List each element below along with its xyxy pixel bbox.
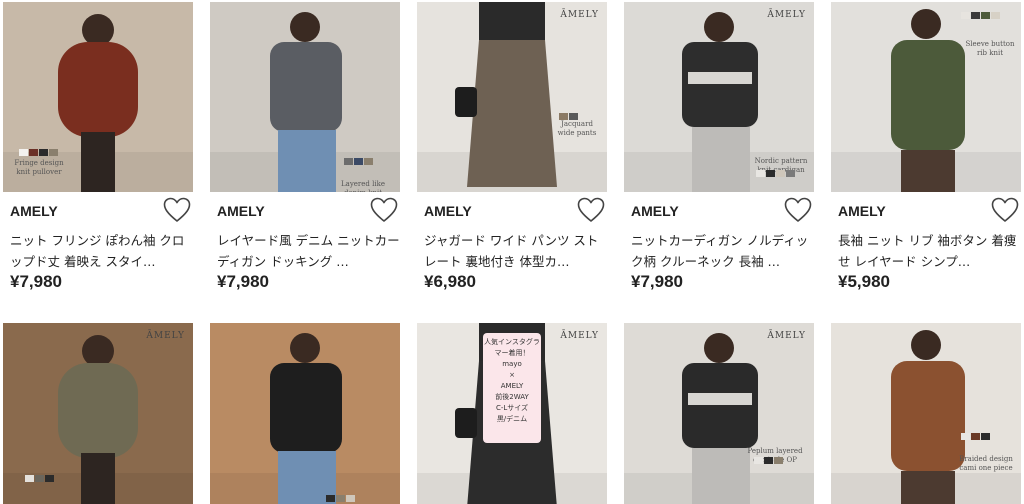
product-image[interactable]: ĀMELY: [3, 323, 193, 504]
product-title[interactable]: ニット フリンジ ぽわん袖 クロップド丈 着映え スタイ…: [10, 230, 193, 272]
product-price: ¥7,980: [631, 272, 683, 291]
color-swatch: [754, 457, 763, 464]
product-image[interactable]: Braided design cami one piece: [831, 323, 1021, 504]
image-brand-logo: ĀMELY: [146, 331, 185, 341]
product-image[interactable]: Fringe design knit pullover: [3, 2, 193, 192]
brand-name[interactable]: AMELY: [838, 203, 886, 219]
brand-name[interactable]: AMELY: [424, 203, 472, 219]
product-image[interactable]: Sleeve button rib knit: [831, 2, 1021, 192]
color-swatch: [25, 475, 34, 482]
favorite-heart-icon[interactable]: [370, 197, 398, 223]
color-swatch: [961, 12, 970, 19]
promo-line: ×: [509, 371, 515, 379]
color-swatch: [981, 12, 990, 19]
color-swatch: [991, 12, 1000, 19]
favorite-heart-icon[interactable]: [163, 197, 191, 223]
color-swatch: [354, 158, 363, 165]
color-swatch: [346, 495, 355, 502]
image-brand-logo: ĀMELY: [560, 331, 599, 341]
product-image[interactable]: Shoppe rib knit cardigan: [210, 323, 400, 504]
image-caption: Layered like denim knit cardigan: [341, 180, 385, 192]
color-swatch: [971, 433, 980, 440]
favorite-heart-icon[interactable]: [577, 197, 605, 223]
color-swatches: [961, 12, 1000, 19]
product-image[interactable]: ĀMELY Jacquard wide pants: [417, 2, 607, 192]
promo-line: 黒/デニム: [496, 415, 528, 423]
product-grid: Fringe design knit pullover AMELY ニット フリンジ…: [0, 0, 1024, 504]
image-brand-logo: ĀMELY: [560, 10, 599, 20]
color-swatch: [764, 457, 773, 464]
color-swatches: [326, 495, 355, 502]
color-swatch: [39, 149, 48, 156]
promo-line: 前後2WAY: [495, 393, 529, 401]
color-swatch: [766, 170, 775, 177]
color-swatches: [559, 113, 578, 120]
color-swatches: [25, 475, 54, 482]
color-swatch: [344, 158, 353, 165]
product-image[interactable]: ĀMELYNordic pattern knit cardigan: [624, 2, 814, 192]
image-caption: Fringe design knit pullover: [14, 159, 64, 176]
product-image[interactable]: ĀMELYPeplum layered camisole OP: [624, 323, 814, 504]
promo-line: mayo: [502, 360, 522, 368]
color-swatch: [756, 170, 765, 177]
image-brand-logo: ĀMELY: [767, 10, 806, 20]
color-swatch: [29, 149, 38, 156]
image-brand-logo: ĀMELY: [767, 331, 806, 341]
product-title[interactable]: レイヤード風 デニム ニットカーディガン ドッキング …: [217, 230, 400, 272]
color-swatch: [364, 158, 373, 165]
color-swatches: [19, 149, 58, 156]
product-title[interactable]: 長袖 ニット リブ 袖ボタン 着痩せ レイヤード シンプ…: [838, 230, 1021, 272]
color-swatch: [786, 170, 795, 177]
color-swatch: [35, 475, 44, 482]
color-swatches: [754, 457, 783, 464]
color-swatch: [45, 475, 54, 482]
color-swatch: [19, 149, 28, 156]
color-swatch: [961, 433, 970, 440]
product-price: ¥7,980: [10, 272, 62, 291]
color-swatch: [981, 433, 990, 440]
product-image[interactable]: Layered like denim knit cardigan: [210, 2, 400, 192]
brand-name[interactable]: AMELY: [10, 203, 58, 219]
promo-panel: 人気インスタグラマー着用！ mayo × AMELY 前後2WAY C-Lサイズ 黒/デニム: [483, 333, 541, 443]
image-caption: Jacquard wide pants: [557, 120, 597, 137]
promo-line: C-Lサイズ: [495, 404, 529, 412]
favorite-heart-icon[interactable]: [784, 197, 812, 223]
color-swatches: [961, 433, 990, 440]
promo-line: AMELY: [500, 382, 524, 390]
promo-line: 人気インスタグラマー着用！: [484, 338, 540, 357]
color-swatch: [326, 495, 335, 502]
brand-name[interactable]: AMELY: [631, 203, 679, 219]
favorite-heart-icon[interactable]: [991, 197, 1019, 223]
product-price: ¥7,980: [217, 272, 269, 291]
color-swatches: [756, 170, 795, 177]
color-swatch: [336, 495, 345, 502]
color-swatch: [49, 149, 58, 156]
image-caption: Sleeve button rib knit: [965, 40, 1015, 57]
color-swatch: [569, 113, 578, 120]
product-price: ¥5,980: [838, 272, 890, 291]
product-title[interactable]: ジャガード ワイド パンツ ストレート 裏地付き 体型カ…: [424, 230, 607, 272]
brand-name[interactable]: AMELY: [217, 203, 265, 219]
color-swatches: [344, 158, 373, 165]
color-swatch: [774, 457, 783, 464]
image-caption: Braided design cami one piece: [959, 455, 1013, 472]
product-title[interactable]: ニットカーディガン ノルディック柄 クルーネック 長袖 …: [631, 230, 814, 272]
product-image[interactable]: ĀMELY 人気インスタグラマー着用！ mayo × AMELY 前後2WAY C-Lサイズ…: [417, 323, 607, 504]
product-price: ¥6,980: [424, 272, 476, 291]
color-swatch: [971, 12, 980, 19]
color-swatch: [559, 113, 568, 120]
color-swatch: [776, 170, 785, 177]
